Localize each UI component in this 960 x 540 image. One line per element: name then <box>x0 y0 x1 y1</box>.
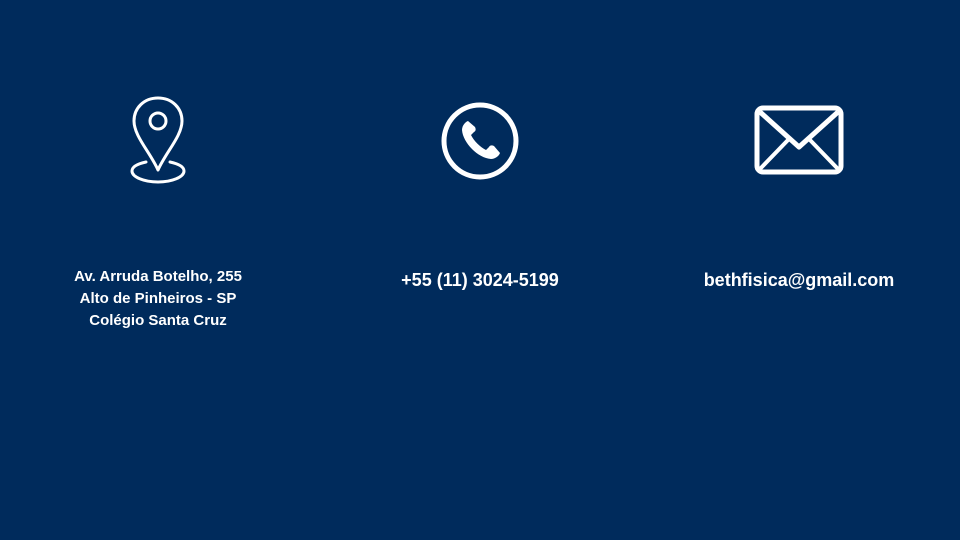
contact-email: bethfisica@gmail.com <box>649 0 949 540</box>
phone-text[interactable]: +55 (11) 3024-5199 <box>330 269 630 291</box>
email-text[interactable]: bethfisica@gmail.com <box>649 269 949 291</box>
map-pin-icon <box>130 96 186 184</box>
address-school: Colégio Santa Cruz <box>89 312 227 329</box>
contact-phone: +55 (11) 3024-5199 <box>330 0 630 540</box>
address-text: Av. Arruda Botelho, 255 Alto de Pinheiro… <box>8 266 308 332</box>
contact-address: Av. Arruda Botelho, 255 Alto de Pinheiro… <box>8 0 308 540</box>
address-street: Av. Arruda Botelho, 255 <box>74 268 242 285</box>
envelope-icon <box>754 105 844 175</box>
address-district: Alto de Pinheiros - SP <box>79 290 237 307</box>
phone-icon <box>441 102 519 180</box>
